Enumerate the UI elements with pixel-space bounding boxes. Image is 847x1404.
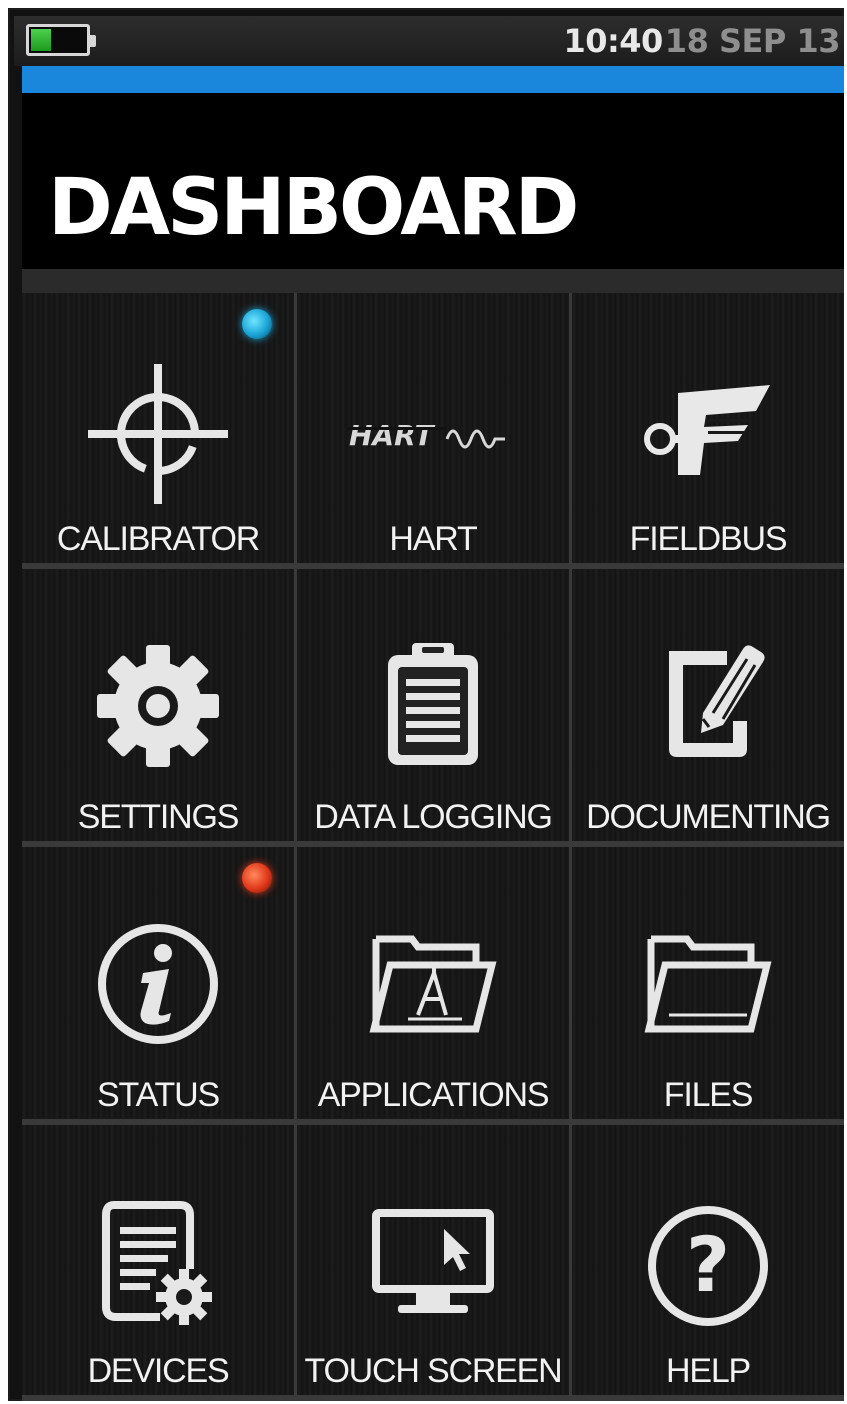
page-title: DASHBOARD xyxy=(48,163,579,253)
date-text: 18 SEP 13 xyxy=(664,22,841,60)
accent-bar xyxy=(22,66,844,93)
gear-icon xyxy=(97,645,219,767)
tile-label: STATUS xyxy=(97,1076,220,1114)
tile-data-logging[interactable]: DATA LOGGING xyxy=(297,569,569,841)
svg-text:HART: HART xyxy=(349,419,435,452)
app-grid: CALIBRATOR HART HART FIELDBUS SETTINGS D… xyxy=(22,293,844,1401)
tile-help[interactable]: ? HELP xyxy=(572,1125,844,1395)
crosshair-icon xyxy=(88,364,228,504)
device-settings-icon xyxy=(102,1201,212,1325)
tile-calibrator[interactable]: CALIBRATOR xyxy=(22,293,294,563)
question-icon: ? xyxy=(648,1206,768,1326)
tile-label: HELP xyxy=(665,1352,751,1390)
tile-label: DATA LOGGING xyxy=(314,798,553,836)
tile-label: APPLICATIONS xyxy=(317,1076,550,1114)
tile-label: HART xyxy=(389,520,477,558)
tile-label: TOUCH SCREEN xyxy=(304,1352,562,1390)
tile-status[interactable]: STATUS xyxy=(22,847,294,1119)
battery-icon xyxy=(26,24,96,56)
fieldbus-icon xyxy=(644,385,770,475)
info-icon xyxy=(98,924,218,1044)
time-text: 10:40 xyxy=(563,22,663,60)
status-bar: 10:4018 SEP 13 xyxy=(14,16,844,66)
status-indicator-red xyxy=(242,863,272,893)
header: DASHBOARD xyxy=(22,93,844,269)
tile-devices[interactable]: DEVICES xyxy=(22,1125,294,1395)
tile-fieldbus[interactable]: FIELDBUS xyxy=(572,293,844,563)
clipboard-icon xyxy=(388,643,478,765)
tile-hart[interactable]: HART HART xyxy=(297,293,569,563)
tile-settings[interactable]: SETTINGS xyxy=(22,569,294,841)
tile-touch-screen[interactable]: TOUCH SCREEN xyxy=(297,1125,569,1395)
tile-label: DOCUMENTING xyxy=(586,798,831,836)
folder-icon xyxy=(644,935,772,1033)
divider xyxy=(22,269,844,293)
document-pen-icon xyxy=(669,645,765,757)
svg-text:?: ? xyxy=(686,1220,730,1309)
hart-logo-icon: HART xyxy=(347,419,505,452)
clock: 10:4018 SEP 13 xyxy=(563,22,840,60)
tile-label: CALIBRATOR xyxy=(56,520,260,558)
tile-label: SETTINGS xyxy=(77,798,240,836)
tile-documenting[interactable]: DOCUMENTING xyxy=(572,569,844,841)
battery-level xyxy=(31,29,52,51)
status-indicator-blue xyxy=(242,309,272,339)
tile-applications[interactable]: APPLICATIONS xyxy=(297,847,569,1119)
tile-label: FILES xyxy=(663,1076,754,1114)
tile-label: DEVICES xyxy=(87,1352,230,1390)
monitor-cursor-icon xyxy=(372,1209,494,1313)
tile-label: FIELDBUS xyxy=(629,520,788,558)
applications-folder-icon xyxy=(369,935,497,1033)
tile-files[interactable]: FILES xyxy=(572,847,844,1119)
